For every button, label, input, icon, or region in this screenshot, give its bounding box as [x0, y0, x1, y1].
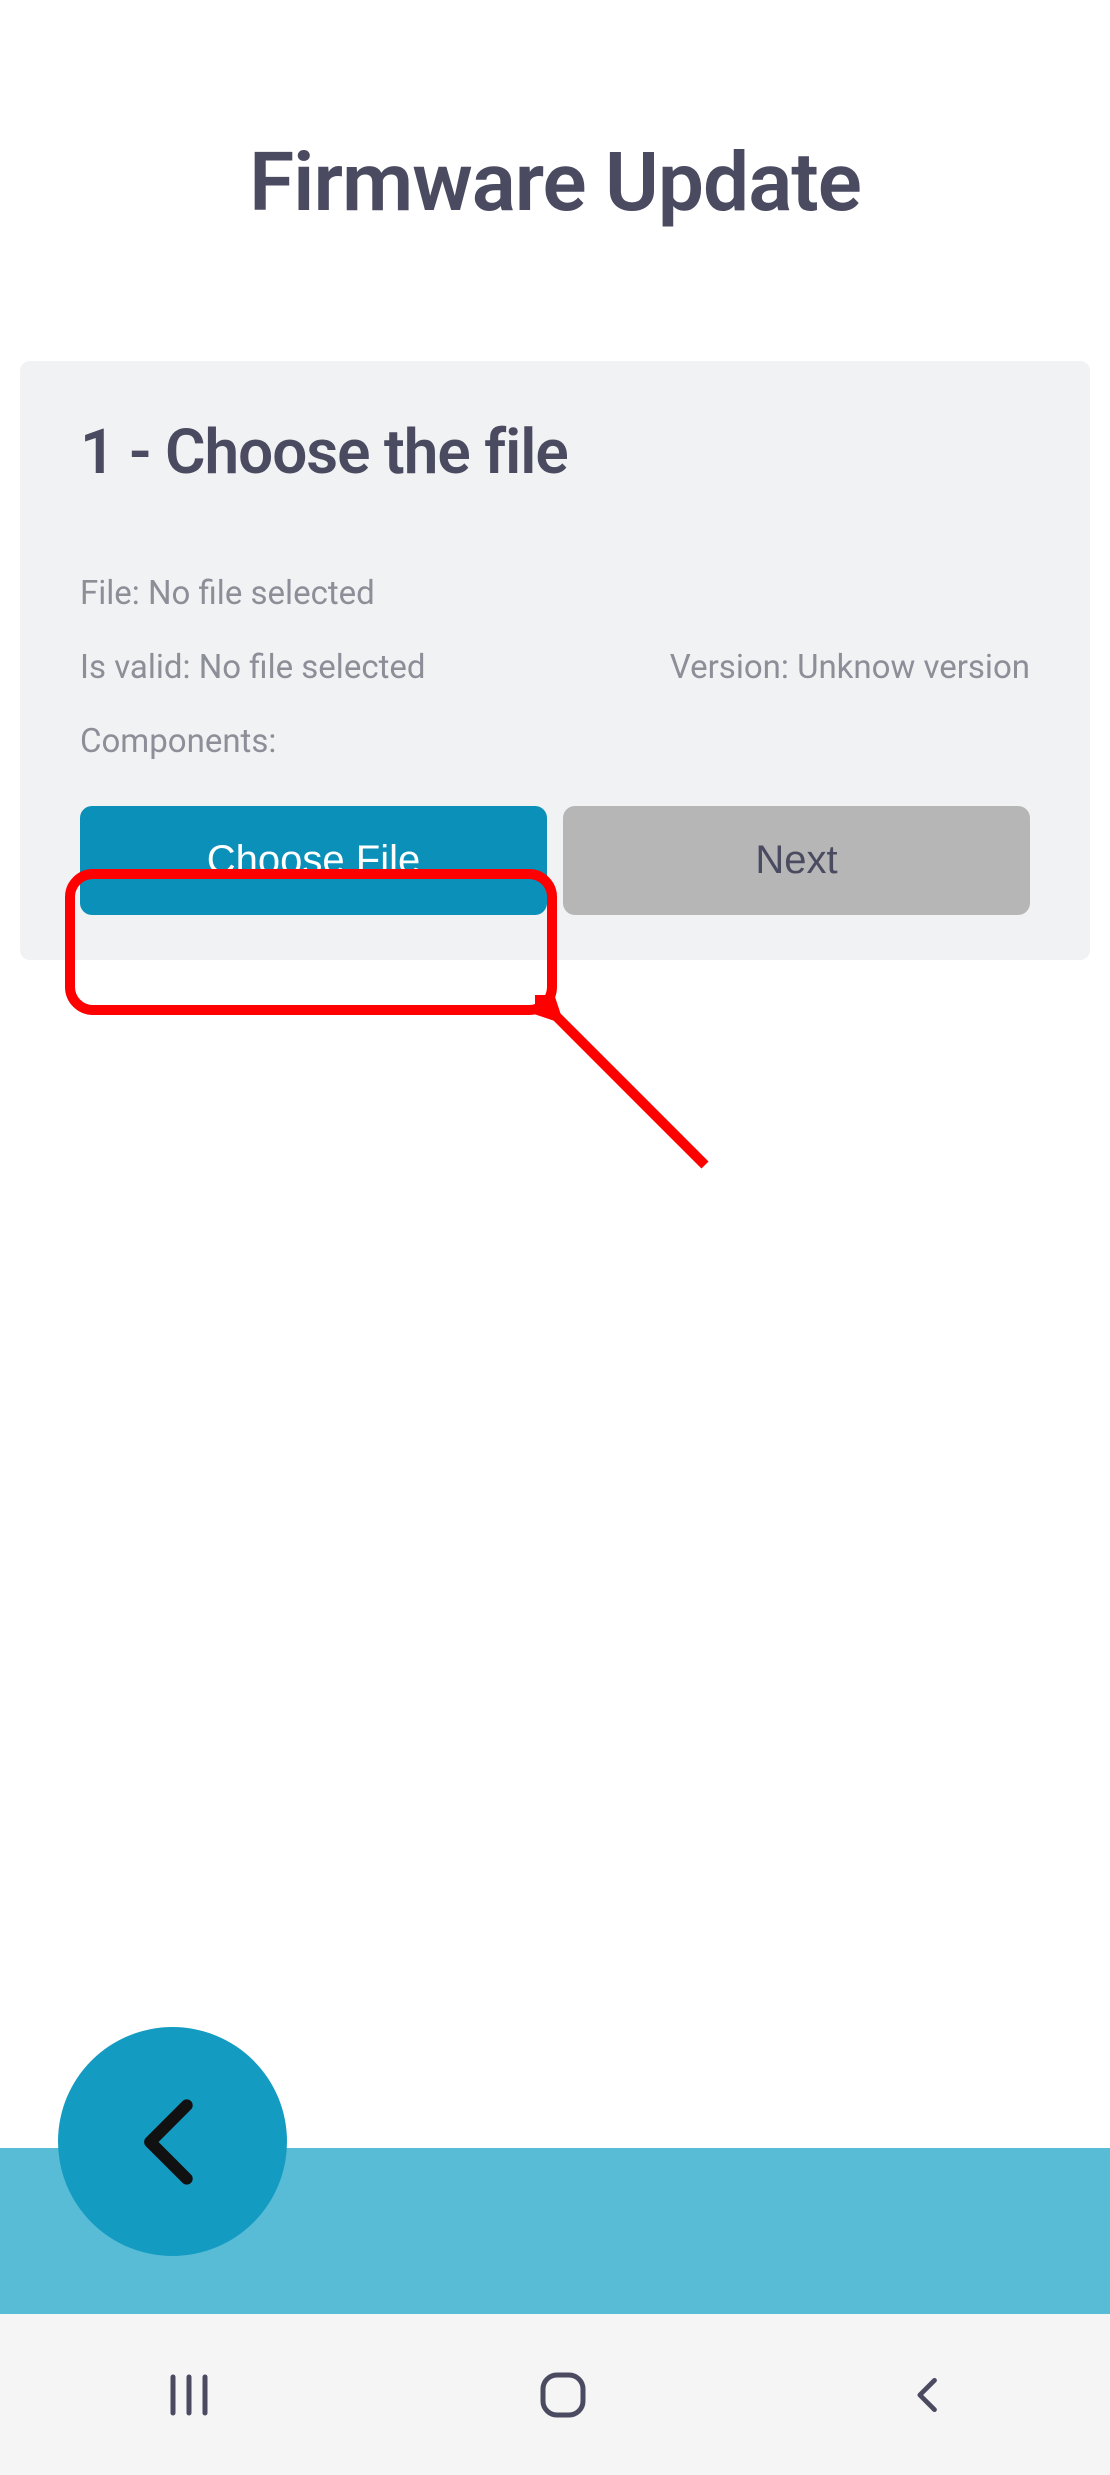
components-label: Components:	[80, 722, 276, 761]
step-info: File: No file selected Is valid: No file…	[80, 574, 1030, 761]
button-row: Choose File Next	[80, 806, 1030, 915]
annotation-arrow-icon	[535, 995, 735, 1195]
home-icon	[537, 2369, 589, 2421]
step-card: 1 - Choose the file File: No file select…	[20, 361, 1090, 960]
system-back-button[interactable]	[907, 2373, 951, 2417]
chevron-left-icon	[118, 2087, 228, 2197]
file-info: File: No file selected	[80, 574, 375, 613]
back-icon	[907, 2373, 951, 2417]
choose-file-button[interactable]: Choose File	[80, 806, 547, 915]
valid-label: Is valid:	[80, 648, 191, 687]
system-nav-bar	[0, 2314, 1110, 2475]
system-recents-button[interactable]	[159, 2373, 219, 2417]
step-title: 1 - Choose the file	[80, 416, 1030, 489]
recents-icon	[159, 2373, 219, 2417]
components-info: Components:	[80, 722, 276, 761]
file-label: File:	[80, 574, 140, 613]
valid-value: No file selected	[199, 648, 426, 687]
back-fab[interactable]	[58, 2027, 287, 2256]
version-info: Version: Unknow version	[670, 648, 1030, 687]
page-title: Firmware Update	[0, 0, 1110, 231]
version-value: Unknow version	[797, 648, 1030, 687]
valid-info: Is valid: No file selected	[80, 648, 426, 687]
next-button[interactable]: Next	[563, 806, 1030, 915]
system-home-button[interactable]	[537, 2369, 589, 2421]
file-value: No file selected	[148, 574, 375, 613]
version-label: Version:	[670, 648, 789, 687]
